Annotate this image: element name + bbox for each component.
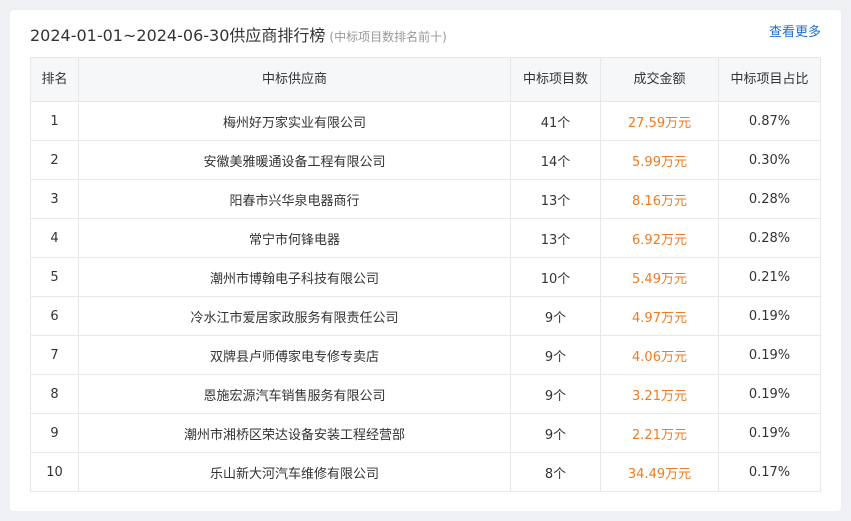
count-cell: 10个 bbox=[510, 257, 601, 297]
rank-cell: 3 bbox=[30, 179, 79, 219]
table-row: 7 双牌县卢师傅家电专修专卖店 9个 4.06万元 0.19% bbox=[30, 335, 821, 375]
card-header: 2024-01-01~2024-06-30供应商排行榜 (中标项目数排名前十) 查… bbox=[30, 24, 821, 48]
count-cell: 13个 bbox=[510, 179, 601, 219]
table-row: 1 梅州好万家实业有限公司 41个 27.59万元 0.87% bbox=[30, 101, 821, 141]
rank-cell: 9 bbox=[30, 413, 79, 453]
table-row: 4 常宁市何锋电器 13个 6.92万元 0.28% bbox=[30, 218, 821, 258]
rank-cell: 6 bbox=[30, 296, 79, 336]
rank-cell: 1 bbox=[30, 101, 79, 141]
amount-cell: 27.59万元 bbox=[600, 101, 719, 141]
amount-cell: 4.06万元 bbox=[600, 335, 719, 375]
ratio-cell: 0.19% bbox=[718, 413, 821, 453]
amount-cell: 6.92万元 bbox=[600, 218, 719, 258]
table-row: 5 潮州市博翰电子科技有限公司 10个 5.49万元 0.21% bbox=[30, 257, 821, 297]
column-header-rank: 排名 bbox=[30, 57, 79, 102]
view-more-link[interactable]: 查看更多 bbox=[769, 24, 821, 42]
amount-cell: 8.16万元 bbox=[600, 179, 719, 219]
count-cell: 9个 bbox=[510, 296, 601, 336]
rank-cell: 7 bbox=[30, 335, 79, 375]
supplier-cell: 恩施宏源汽车销售服务有限公司 bbox=[78, 374, 511, 414]
amount-cell: 2.21万元 bbox=[600, 413, 719, 453]
column-header-supplier: 中标供应商 bbox=[78, 57, 511, 102]
ratio-cell: 0.21% bbox=[718, 257, 821, 297]
ratio-cell: 0.19% bbox=[718, 296, 821, 336]
table-row: 9 潮州市湘桥区荣达设备安装工程经营部 9个 2.21万元 0.19% bbox=[30, 413, 821, 453]
column-header-amount: 成交金额 bbox=[600, 57, 719, 102]
card-title: 2024-01-01~2024-06-30供应商排行榜 (中标项目数排名前十) bbox=[30, 24, 447, 49]
supplier-cell: 常宁市何锋电器 bbox=[78, 218, 511, 258]
ratio-cell: 0.30% bbox=[718, 140, 821, 180]
count-cell: 13个 bbox=[510, 218, 601, 258]
amount-cell: 4.97万元 bbox=[600, 296, 719, 336]
title-subtitle: (中标项目数排名前十) bbox=[329, 30, 447, 44]
ratio-cell: 0.17% bbox=[718, 452, 821, 492]
supplier-cell: 潮州市湘桥区荣达设备安装工程经营部 bbox=[78, 413, 511, 453]
supplier-cell: 阳春市兴华泉电器商行 bbox=[78, 179, 511, 219]
rank-cell: 5 bbox=[30, 257, 79, 297]
rank-cell: 4 bbox=[30, 218, 79, 258]
ratio-cell: 0.28% bbox=[718, 179, 821, 219]
ratio-cell: 0.19% bbox=[718, 374, 821, 414]
count-cell: 9个 bbox=[510, 335, 601, 375]
ratio-cell: 0.87% bbox=[718, 101, 821, 141]
column-header-count: 中标项目数 bbox=[510, 57, 601, 102]
table-header-row: 排名 中标供应商 中标项目数 成交金额 中标项目占比 bbox=[30, 57, 821, 102]
rank-cell: 10 bbox=[30, 452, 79, 492]
table-row: 6 冷水江市爱居家政服务有限责任公司 9个 4.97万元 0.19% bbox=[30, 296, 821, 336]
count-cell: 41个 bbox=[510, 101, 601, 141]
amount-cell: 5.99万元 bbox=[600, 140, 719, 180]
supplier-cell: 乐山新大河汽车维修有限公司 bbox=[78, 452, 511, 492]
supplier-cell: 梅州好万家实业有限公司 bbox=[78, 101, 511, 141]
supplier-cell: 潮州市博翰电子科技有限公司 bbox=[78, 257, 511, 297]
table-row: 10 乐山新大河汽车维修有限公司 8个 34.49万元 0.17% bbox=[30, 452, 821, 492]
rank-cell: 8 bbox=[30, 374, 79, 414]
rank-cell: 2 bbox=[30, 140, 79, 180]
column-header-ratio: 中标项目占比 bbox=[718, 57, 821, 102]
supplier-cell: 双牌县卢师傅家电专修专卖店 bbox=[78, 335, 511, 375]
table-row: 8 恩施宏源汽车销售服务有限公司 9个 3.21万元 0.19% bbox=[30, 374, 821, 414]
count-cell: 14个 bbox=[510, 140, 601, 180]
ratio-cell: 0.19% bbox=[718, 335, 821, 375]
table-row: 3 阳春市兴华泉电器商行 13个 8.16万元 0.28% bbox=[30, 179, 821, 219]
count-cell: 9个 bbox=[510, 413, 601, 453]
supplier-ranking-card: 2024-01-01~2024-06-30供应商排行榜 (中标项目数排名前十) 查… bbox=[10, 10, 841, 511]
table-row: 2 安徽美雅暖通设备工程有限公司 14个 5.99万元 0.30% bbox=[30, 140, 821, 180]
count-cell: 9个 bbox=[510, 374, 601, 414]
ratio-cell: 0.28% bbox=[718, 218, 821, 258]
title-text: 2024-01-01~2024-06-30供应商排行榜 bbox=[30, 26, 326, 45]
count-cell: 8个 bbox=[510, 452, 601, 492]
supplier-cell: 安徽美雅暖通设备工程有限公司 bbox=[78, 140, 511, 180]
amount-cell: 34.49万元 bbox=[600, 452, 719, 492]
amount-cell: 3.21万元 bbox=[600, 374, 719, 414]
amount-cell: 5.49万元 bbox=[600, 257, 719, 297]
supplier-ranking-table: 排名 中标供应商 中标项目数 成交金额 中标项目占比 1 梅州好万家实业有限公司… bbox=[30, 57, 821, 492]
supplier-cell: 冷水江市爱居家政服务有限责任公司 bbox=[78, 296, 511, 336]
